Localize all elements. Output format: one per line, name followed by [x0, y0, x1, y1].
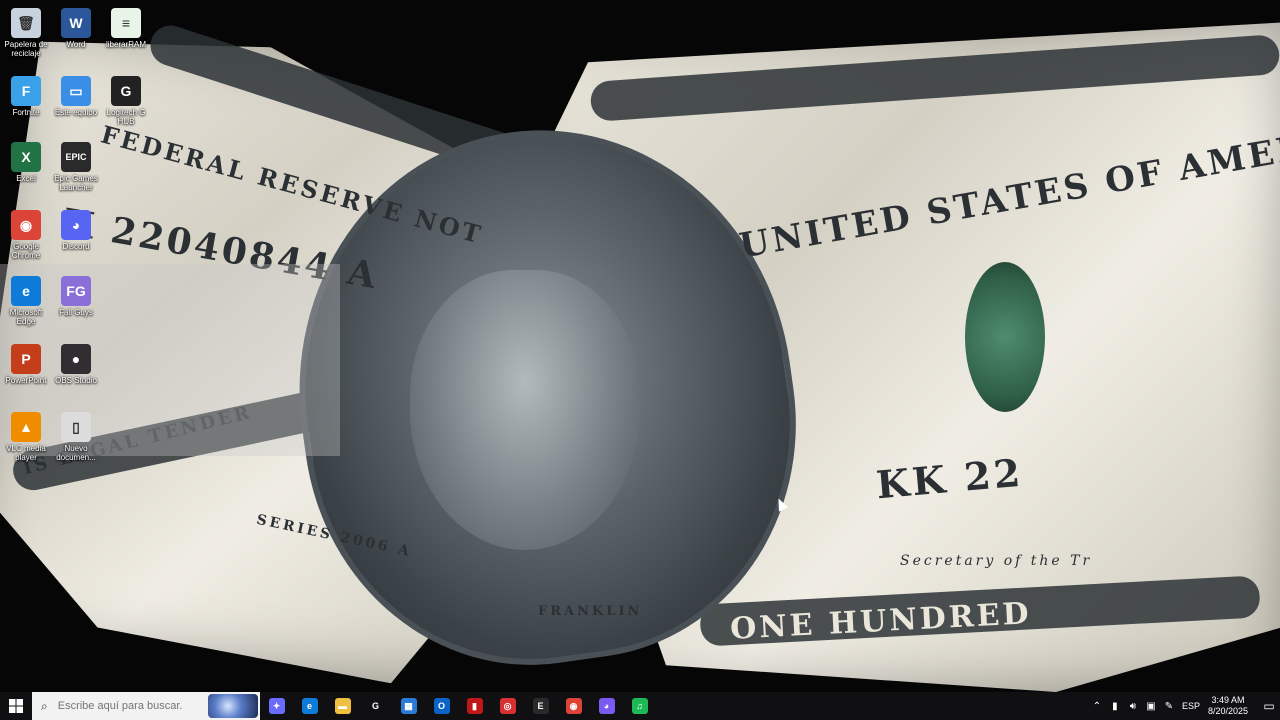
- desktop-icon[interactable]: EPIC Epic Games Launcher: [50, 138, 102, 192]
- chevron-up-icon[interactable]: ⌃: [1089, 701, 1105, 712]
- desktop-icon-label: Nuevo documen...: [56, 444, 96, 462]
- epic-games-icon: E: [532, 698, 549, 714]
- desktop-icon[interactable]: G Logitech G HUB: [100, 72, 152, 126]
- search-icon: ⌕: [41, 698, 48, 713]
- fortnite-icon: F: [11, 76, 41, 106]
- file-explorer-icon: ▬: [334, 698, 351, 714]
- desktop-icon-label: Google Chrome: [11, 242, 41, 260]
- desktop-icon-label: Logitech G HUB: [106, 108, 146, 126]
- excel-icon: X: [11, 142, 41, 172]
- network-icon[interactable]: ▣: [1143, 701, 1159, 712]
- taskbar-app-button[interactable]: ✦: [260, 692, 293, 720]
- discord-icon: ◕: [61, 210, 91, 240]
- taskbar-app-button[interactable]: ◉: [557, 692, 590, 720]
- start-button[interactable]: [0, 692, 32, 720]
- microphone-icon[interactable]: ▮: [1107, 701, 1123, 712]
- taskbar-pinned-apps: ✦ e ▬ G ▦ O ▮ ◎ E ◉ ◕ ♫: [260, 692, 656, 720]
- desktop-icon-label: Fall Guys: [59, 308, 93, 317]
- obs-icon: ●: [61, 344, 91, 374]
- powerpoint-pdf-icon: ▮: [466, 698, 483, 714]
- edge-icon: e: [301, 698, 318, 714]
- taskbar-app-button[interactable]: ◎: [491, 692, 524, 720]
- desktop-icon[interactable]: ▯ Nuevo documen...: [50, 408, 102, 462]
- desktop-icon[interactable]: e Microsoft Edge: [0, 272, 52, 326]
- taskbar-app-button[interactable]: e: [293, 692, 326, 720]
- word-icon: W: [61, 8, 91, 38]
- desktop-icon[interactable]: W Word: [50, 4, 102, 49]
- edge-icon: e: [11, 276, 41, 306]
- taskbar: ⌕ ✦ e ▬ G ▦ O ▮ ◎ E ◉ ◕ ♫ ⌃ ▮ 🔊︎ ▣ ✎ ESP 3:49 AM 8/…: [0, 692, 1280, 720]
- powerpoint-icon: P: [11, 344, 41, 374]
- epic-games-icon: EPIC: [61, 142, 91, 172]
- screen-recorder-icon: ◎: [499, 698, 516, 714]
- desktop-icon-label: OBS Studio: [55, 376, 97, 385]
- desktop-icon-label: VLC media player: [6, 444, 46, 462]
- desktop-icon[interactable]: ◕ Discord: [50, 206, 102, 251]
- volume-icon[interactable]: 🔊︎: [1125, 701, 1141, 712]
- desktop-icon[interactable]: ◉ Google Chrome: [0, 206, 52, 260]
- discord-canary-icon: ◕: [598, 698, 615, 714]
- text-document-icon: ▯: [61, 412, 91, 442]
- notification-icon[interactable]: ▭: [1258, 699, 1280, 713]
- taskbar-app-button[interactable]: ◕: [590, 692, 623, 720]
- desktop-icon[interactable]: FG Fall Guys: [50, 272, 102, 317]
- desktop-icon[interactable]: ▲ VLC media player: [0, 408, 52, 462]
- language-indicator[interactable]: ESP: [1182, 701, 1200, 711]
- taskbar-app-button[interactable]: G: [359, 692, 392, 720]
- logitech-icon: G: [367, 698, 384, 714]
- clock-time: 3:49 AM: [1211, 695, 1245, 705]
- fall-guys-icon: FG: [61, 276, 91, 306]
- pen-icon[interactable]: ✎: [1161, 701, 1177, 712]
- taskbar-app-button[interactable]: O: [425, 692, 458, 720]
- desktop-icon-label: Este equipo: [54, 108, 98, 117]
- script-file-icon: ≡: [111, 8, 141, 38]
- desktop-icon-label: Excel: [16, 174, 36, 183]
- desktop-icon[interactable]: P PowerPoint: [0, 340, 52, 385]
- engraving-secretary: Secretary of the Tr: [900, 553, 1093, 569]
- desktop-icon[interactable]: F Fortnite: [0, 72, 52, 117]
- taskbar-app-button[interactable]: ▦: [392, 692, 425, 720]
- desktop-icon[interactable]: ▭ Este equipo: [50, 72, 102, 117]
- treasury-seal: [965, 262, 1045, 412]
- taskbar-search-box[interactable]: ⌕: [32, 692, 260, 720]
- desktop[interactable]: FEDERAL RESERVE NOT UNITED STATES OF AME…: [0, 0, 1280, 692]
- outlook-icon: O: [433, 698, 450, 714]
- system-tray: ⌃ ▮ 🔊︎ ▣ ✎ ESP 3:49 AM 8/20/2025 ▭: [1088, 692, 1280, 720]
- desktop-icon[interactable]: X Excel: [0, 138, 52, 183]
- windows-logo-icon: [9, 699, 23, 713]
- spotify-icon: ♫: [631, 698, 648, 714]
- clock-date: 8/20/2025: [1207, 706, 1248, 716]
- search-highlight-image[interactable]: [208, 694, 258, 718]
- taskbar-app-button[interactable]: ▮: [458, 692, 491, 720]
- vlc-icon: ▲: [11, 412, 41, 442]
- this-pc-icon: ▭: [61, 76, 91, 106]
- logitech-icon: G: [111, 76, 141, 106]
- search-input[interactable]: [55, 699, 210, 713]
- desktop-icon[interactable]: ≡ liberarRAM: [100, 4, 152, 49]
- recycle-bin-icon: 🗑: [11, 8, 41, 38]
- chrome-icon: ◉: [11, 210, 41, 240]
- microsoft-store-icon: ▦: [400, 698, 417, 714]
- desktop-icon-label: liberarRAM: [105, 40, 146, 49]
- desktop-icon-label: Microsoft Edge: [9, 308, 43, 326]
- taskbar-app-button[interactable]: ♫: [623, 692, 656, 720]
- taskbar-app-button[interactable]: ▬: [326, 692, 359, 720]
- desktop-icon-label: Papelera de reciclaje: [4, 40, 48, 58]
- portrait-face: [410, 270, 640, 550]
- clock[interactable]: 3:49 AM 8/20/2025: [1208, 695, 1248, 717]
- chrome-icon: ◉: [565, 698, 582, 714]
- desktop-icon-label: Word: [66, 40, 86, 49]
- desktop-icon[interactable]: 🗑 Papelera de reciclaje: [0, 4, 52, 58]
- taskbar-app-button[interactable]: E: [524, 692, 557, 720]
- desktop-icon-label: Epic Games Launcher: [54, 174, 98, 192]
- engraving-franklin: FRANKLIN: [538, 604, 643, 619]
- desktop-icon-label: PowerPoint: [5, 376, 47, 385]
- copilot-icon: ✦: [268, 698, 285, 714]
- desktop-icon-label: Discord: [62, 242, 90, 251]
- desktop-icon-label: Fortnite: [12, 108, 40, 117]
- desktop-icon[interactable]: ● OBS Studio: [50, 340, 102, 385]
